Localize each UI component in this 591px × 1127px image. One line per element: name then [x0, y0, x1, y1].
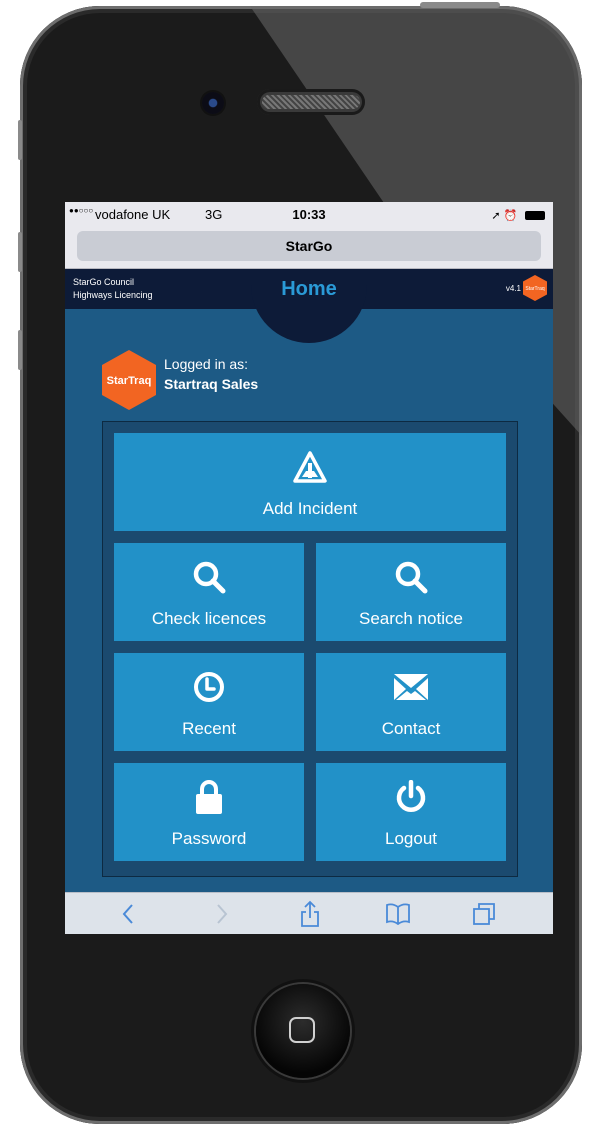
browser-address-area: StarGo	[65, 226, 553, 269]
password-label: Password	[171, 829, 247, 848]
add-incident-label: Add Incident	[262, 499, 358, 518]
earpiece-speaker	[257, 89, 365, 115]
startraq-logo: StarTraq	[102, 350, 156, 410]
contact-label: Contact	[381, 719, 441, 738]
check-licences-label: Check licences	[151, 609, 267, 628]
status-icons: ➚ ⏰	[491, 207, 545, 222]
back-icon	[122, 904, 133, 924]
status-bar: ●●○○○ vodafone UK 3G 10:33 ➚ ⏰	[65, 202, 553, 226]
battery-icon	[525, 211, 545, 221]
username: Startraq Sales	[164, 376, 259, 392]
logged-in-label: Logged in as:	[164, 356, 249, 372]
envelope-icon	[394, 674, 428, 700]
forward-button[interactable]	[207, 901, 237, 927]
password-button[interactable]: Password	[114, 763, 304, 861]
add-incident-button[interactable]: Add Incident	[114, 433, 506, 531]
volume-down-button	[18, 330, 22, 370]
mute-switch	[18, 120, 22, 160]
check-licences-button[interactable]: Check licences	[114, 543, 304, 641]
bookmarks-icon	[386, 903, 410, 925]
browser-toolbar	[65, 892, 553, 934]
address-bar[interactable]: StarGo	[77, 231, 541, 261]
recent-label: Recent	[182, 719, 236, 738]
location-alarm-icons: ➚ ⏰	[491, 210, 518, 222]
startraq-logo-text: StarTraq	[107, 375, 152, 387]
volume-up-button	[18, 232, 22, 272]
logged-in-panel: StarTraq Logged in as: Startraq Sales	[102, 350, 522, 414]
forward-icon	[217, 904, 228, 924]
recent-button[interactable]: Recent	[114, 653, 304, 751]
back-button[interactable]	[113, 901, 143, 927]
share-button[interactable]	[295, 900, 325, 927]
warning-triangle-icon	[293, 451, 327, 483]
tabs-icon	[473, 903, 495, 925]
home-button-square-icon	[289, 1017, 315, 1043]
bookmarks-button[interactable]	[383, 901, 413, 927]
logout-button[interactable]: Logout	[316, 763, 506, 861]
search-notice-label: Search notice	[359, 609, 463, 628]
power-icon	[396, 780, 426, 812]
phone-screen: ●●○○○ vodafone UK 3G 10:33 ➚ ⏰ StarGo St…	[65, 202, 553, 934]
clock: 10:33	[292, 207, 326, 222]
search-icon	[395, 561, 428, 594]
search-icon	[193, 561, 226, 594]
tabs-button[interactable]	[469, 901, 499, 927]
contact-button[interactable]: Contact	[316, 653, 506, 751]
home-button[interactable]	[256, 984, 350, 1078]
share-icon	[301, 900, 319, 927]
front-camera	[202, 92, 224, 114]
main-menu: Add Incident Check licences Search notic…	[102, 421, 518, 877]
power-button-top	[420, 2, 500, 8]
lock-icon	[196, 780, 222, 814]
search-notice-button[interactable]: Search notice	[316, 543, 506, 641]
logout-label: Logout	[385, 829, 437, 848]
page-title: Home	[281, 278, 337, 300]
clock-icon	[194, 672, 224, 702]
